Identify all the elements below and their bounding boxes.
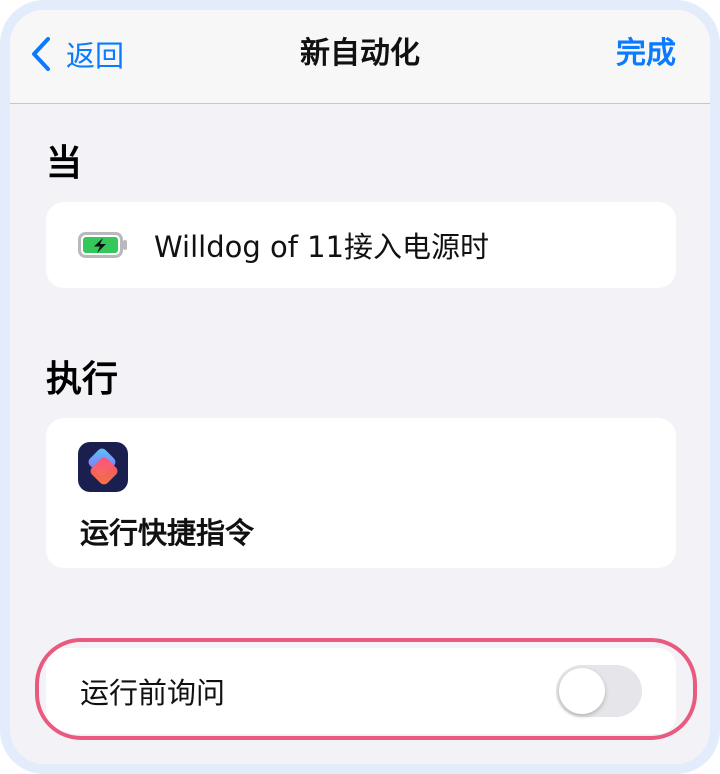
action-text: 运行快捷指令 [80,516,255,550]
done-button[interactable]: 完成 [616,34,676,74]
battery-charging-icon [78,232,127,258]
trigger-row[interactable]: Willdog of 11接入电源时 [46,202,676,288]
ask-before-running-row: 运行前询问 [46,648,676,734]
ask-before-running-toggle[interactable] [556,665,642,717]
when-section-header: 当 [46,143,83,184]
shortcuts-app-icon [78,442,128,492]
toggle-knob [559,668,605,714]
ask-before-running-label: 运行前询问 [80,676,226,710]
do-section-header: 执行 [46,359,119,400]
page-title: 新自动化 [300,36,420,71]
action-row[interactable]: 运行快捷指令 [46,418,676,568]
navigation-bar: 返回 新自动化 完成 [10,10,710,104]
screen: 返回 新自动化 完成 当 Willdog of 11接入电源时 执行 运行快捷指… [0,0,720,774]
trigger-text: Willdog of 11接入电源时 [154,230,490,264]
